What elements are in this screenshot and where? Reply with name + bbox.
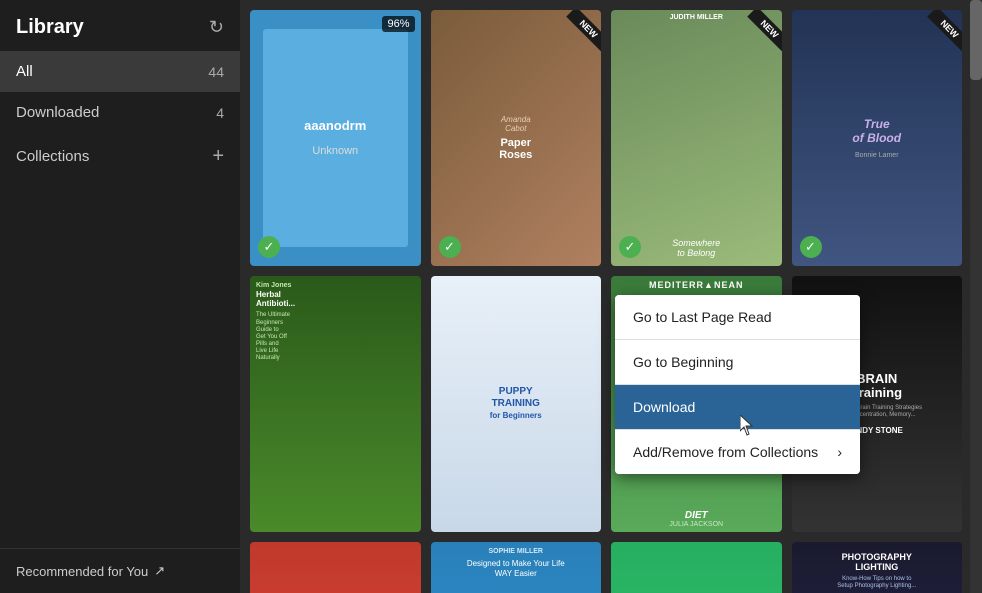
new-badge-4 [912, 10, 962, 60]
book-card-5[interactable]: Kim Jones HerbalAntibioti... The Ultimat… [250, 276, 421, 532]
collections-arrow: › [837, 444, 842, 460]
sidebar-item-all-label: All [16, 63, 33, 80]
refresh-icon[interactable]: ↻ [209, 17, 224, 38]
check-badge-3: ✓ [619, 236, 641, 258]
collections-label: Add/Remove from Collections [633, 444, 818, 460]
goto-beginning-label: Go to Beginning [633, 354, 733, 370]
book-1-subtitle: Unknown [312, 145, 358, 157]
book-card-12[interactable]: PHOTOGRAPHYLIGHTING Know-How Tips on how… [792, 542, 963, 593]
check-badge-1: ✓ [258, 236, 280, 258]
context-menu: Go to Last Page Read Go to Beginning Dow… [615, 295, 860, 474]
add-collection-icon[interactable]: + [212, 145, 224, 168]
new-badge-2 [551, 10, 601, 60]
check-badge-4: ✓ [800, 236, 822, 258]
sidebar-item-collections[interactable]: Collections + [0, 133, 240, 180]
scrollbar-thumb[interactable] [970, 0, 982, 80]
sidebar-item-downloaded[interactable]: Downloaded 4 [0, 92, 240, 133]
book-grid: aaanodrm Unknown 96% ✓ Amanda Cabot Pape… [240, 0, 982, 593]
book-card-2[interactable]: Amanda Cabot Paper Roses ✓ [431, 10, 602, 266]
sidebar-item-downloaded-label: Downloaded [16, 104, 99, 121]
book-card-6[interactable]: PUPPYTRAININGfor Beginners [431, 276, 602, 532]
book-card-9[interactable]: DIGITALPhotography [250, 542, 421, 593]
goto-last-label: Go to Last Page Read [633, 309, 772, 325]
check-badge-2: ✓ [439, 236, 461, 258]
context-menu-goto-beginning[interactable]: Go to Beginning [615, 340, 860, 384]
sidebar-collections-label: Collections [16, 148, 89, 165]
book-card-4[interactable]: Trueof Blood Bonnie Lamer ✓ [792, 10, 963, 266]
recommended-link[interactable]: Recommended for You ↗ [16, 563, 224, 579]
sidebar-header: Library ↻ [0, 0, 240, 51]
download-label: Download [633, 399, 695, 415]
sidebar-bottom: Recommended for You ↗ [0, 548, 240, 593]
sidebar-title: Library [16, 16, 84, 39]
book-1-title: aaanodrm [304, 118, 366, 133]
external-link-icon: ↗ [154, 563, 165, 579]
sidebar: Library ↻ All 44 Downloaded 4 Collection… [0, 0, 240, 593]
sidebar-item-all[interactable]: All 44 [0, 51, 240, 92]
main-content: aaanodrm Unknown 96% ✓ Amanda Cabot Pape… [240, 0, 982, 593]
recommended-label: Recommended for You [16, 564, 148, 579]
book-card-1[interactable]: aaanodrm Unknown 96% ✓ [250, 10, 421, 266]
context-menu-goto-last[interactable]: Go to Last Page Read [615, 295, 860, 339]
sidebar-nav: All 44 Downloaded 4 Collections + [0, 51, 240, 548]
scrollbar-track [970, 0, 982, 593]
sidebar-item-all-count: 44 [208, 64, 224, 80]
book-card-11[interactable]: ★SURVIVALPantry EssentialGuide [611, 542, 782, 593]
context-menu-collections[interactable]: Add/Remove from Collections › [615, 430, 860, 474]
progress-badge-1: 96% [382, 16, 414, 32]
context-menu-download[interactable]: Download [615, 385, 860, 429]
book-card-3[interactable]: JUDITH MILLER Somewhere to Belong ✓ [611, 10, 782, 266]
sidebar-item-downloaded-count: 4 [216, 105, 224, 121]
new-badge-3 [732, 10, 782, 60]
book-card-10[interactable]: SOPHIE MILLER Designed to Make Your Life… [431, 542, 602, 593]
